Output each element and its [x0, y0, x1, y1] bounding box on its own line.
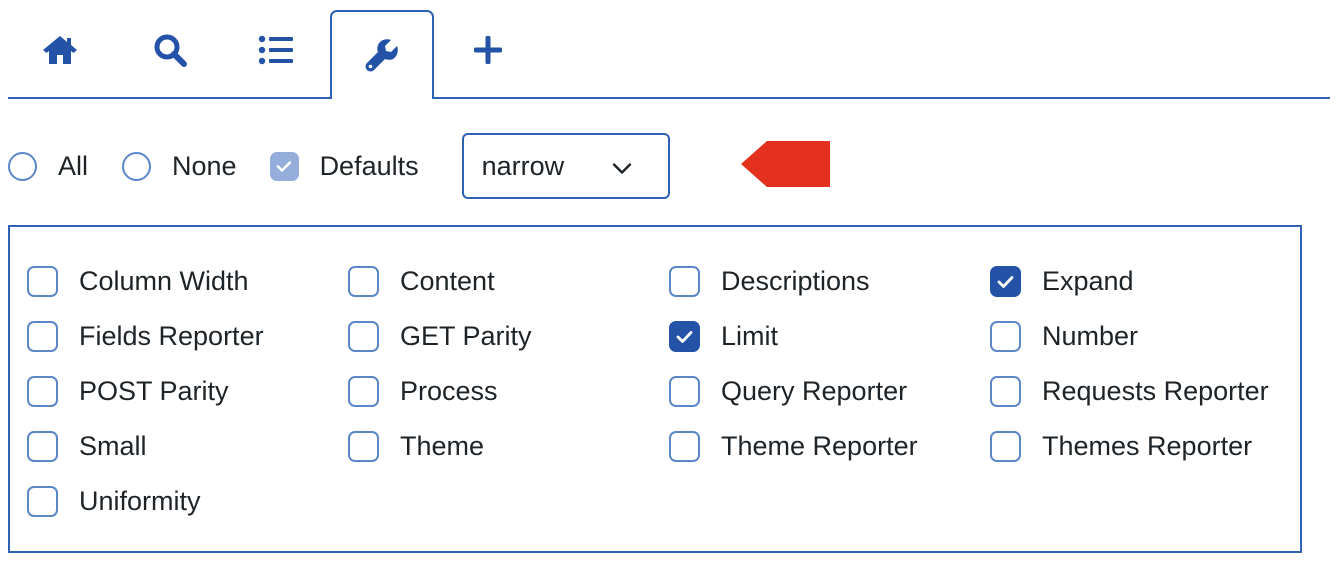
checkbox-label: GET Parity: [400, 321, 532, 351]
checkbox-label: Fields Reporter: [79, 321, 264, 351]
checkbox[interactable]: [669, 376, 700, 407]
tab-home[interactable]: [8, 0, 112, 99]
tab-tools[interactable]: [330, 10, 434, 101]
checkbox-label: Theme: [400, 431, 485, 461]
checkbox[interactable]: [669, 266, 700, 297]
checkbox-item-small[interactable]: Small: [27, 419, 348, 474]
checkbox-label: Requests Reporter: [1042, 376, 1269, 406]
checkbox[interactable]: [348, 266, 379, 297]
checkbox-item-number[interactable]: Number: [990, 309, 1300, 364]
checkbox[interactable]: [990, 266, 1021, 297]
none-radio[interactable]: [122, 151, 152, 181]
checkbox-item-get-parity[interactable]: GET Parity: [348, 309, 669, 364]
checkbox-label: Theme Reporter: [721, 431, 918, 461]
checkbox-item-theme[interactable]: Theme: [348, 419, 669, 474]
checkbox-item-post-parity[interactable]: POST Parity: [27, 364, 348, 419]
checkbox-item-limit[interactable]: Limit: [669, 309, 990, 364]
all-label: All: [58, 150, 89, 181]
checkbox[interactable]: [27, 486, 58, 517]
checkmark-icon: [997, 275, 1014, 288]
checkbox-item-column-width[interactable]: Column Width: [27, 254, 348, 309]
width-select-value: narrow: [481, 150, 565, 181]
chevron-down-icon: [612, 151, 632, 182]
checkbox-label: Limit: [721, 321, 779, 351]
checkbox-label: Small: [79, 431, 147, 461]
checkbox[interactable]: [990, 321, 1021, 352]
option-all[interactable]: All: [8, 151, 122, 182]
tab-add[interactable]: [436, 0, 540, 99]
width-select[interactable]: narrow: [461, 133, 670, 199]
checkbox[interactable]: [27, 266, 58, 297]
checkbox-label: POST Parity: [79, 376, 229, 406]
none-label: None: [172, 150, 237, 181]
checkbox-item-theme-reporter[interactable]: Theme Reporter: [669, 419, 990, 474]
search-icon: [153, 33, 187, 67]
plus-icon: [473, 35, 503, 65]
checkbox-label: Uniformity: [79, 486, 201, 516]
tab-search[interactable]: [118, 0, 222, 99]
option-defaults[interactable]: Defaults: [269, 150, 462, 182]
checkbox-label: Expand: [1042, 266, 1134, 296]
tab-list[interactable]: [224, 0, 328, 99]
all-radio[interactable]: [8, 151, 37, 181]
tab-bar: [8, 0, 1330, 101]
checkbox-label: Number: [1042, 321, 1139, 351]
checkbox-item-process[interactable]: Process: [348, 364, 669, 419]
defaults-label: Defaults: [319, 150, 419, 181]
checkbox[interactable]: [990, 431, 1021, 462]
home-icon: [41, 33, 79, 67]
checkbox[interactable]: [348, 321, 379, 352]
checkbox-item-content[interactable]: Content: [348, 254, 669, 309]
checkbox-label: Query Reporter: [721, 376, 908, 406]
defaults-checkbox[interactable]: [269, 151, 299, 181]
checkbox[interactable]: [348, 431, 379, 462]
reporters-panel: Column Width Content Descriptions Expand: [8, 225, 1302, 553]
checkbox-item-themes-reporter[interactable]: Themes Reporter: [990, 419, 1300, 474]
checkbox-item-expand[interactable]: Expand: [990, 254, 1300, 309]
checkbox[interactable]: [27, 321, 58, 352]
checkbox[interactable]: [669, 431, 700, 462]
checkbox-grid: Column Width Content Descriptions Expand: [27, 254, 1300, 529]
checkmark-icon: [676, 330, 693, 343]
checkbox[interactable]: [990, 376, 1021, 407]
checkbox-item-requests-reporter[interactable]: Requests Reporter: [990, 364, 1300, 419]
option-none[interactable]: None: [122, 151, 270, 182]
wrench-icon: [364, 38, 400, 74]
checkbox-label: Themes Reporter: [1042, 431, 1253, 461]
checkbox[interactable]: [27, 376, 58, 407]
checkbox-label: Column Width: [79, 266, 249, 296]
red-arrow-left-icon: [741, 141, 831, 192]
checkbox-item-query-reporter[interactable]: Query Reporter: [669, 364, 990, 419]
checkbox-item-fields-reporter[interactable]: Fields Reporter: [27, 309, 348, 364]
checkbox-label: Process: [400, 376, 498, 406]
checkbox[interactable]: [27, 431, 58, 462]
list-icon: [258, 35, 294, 65]
checkbox[interactable]: [348, 376, 379, 407]
selection-options: All None Defaults narrow: [8, 133, 670, 199]
checkbox-label: Descriptions: [721, 266, 870, 296]
checkbox-item-descriptions[interactable]: Descriptions: [669, 254, 990, 309]
checkbox[interactable]: [669, 321, 700, 352]
checkbox-item-uniformity[interactable]: Uniformity: [27, 474, 348, 529]
checkmark-icon: [276, 160, 292, 172]
checkbox-label: Content: [400, 266, 495, 296]
